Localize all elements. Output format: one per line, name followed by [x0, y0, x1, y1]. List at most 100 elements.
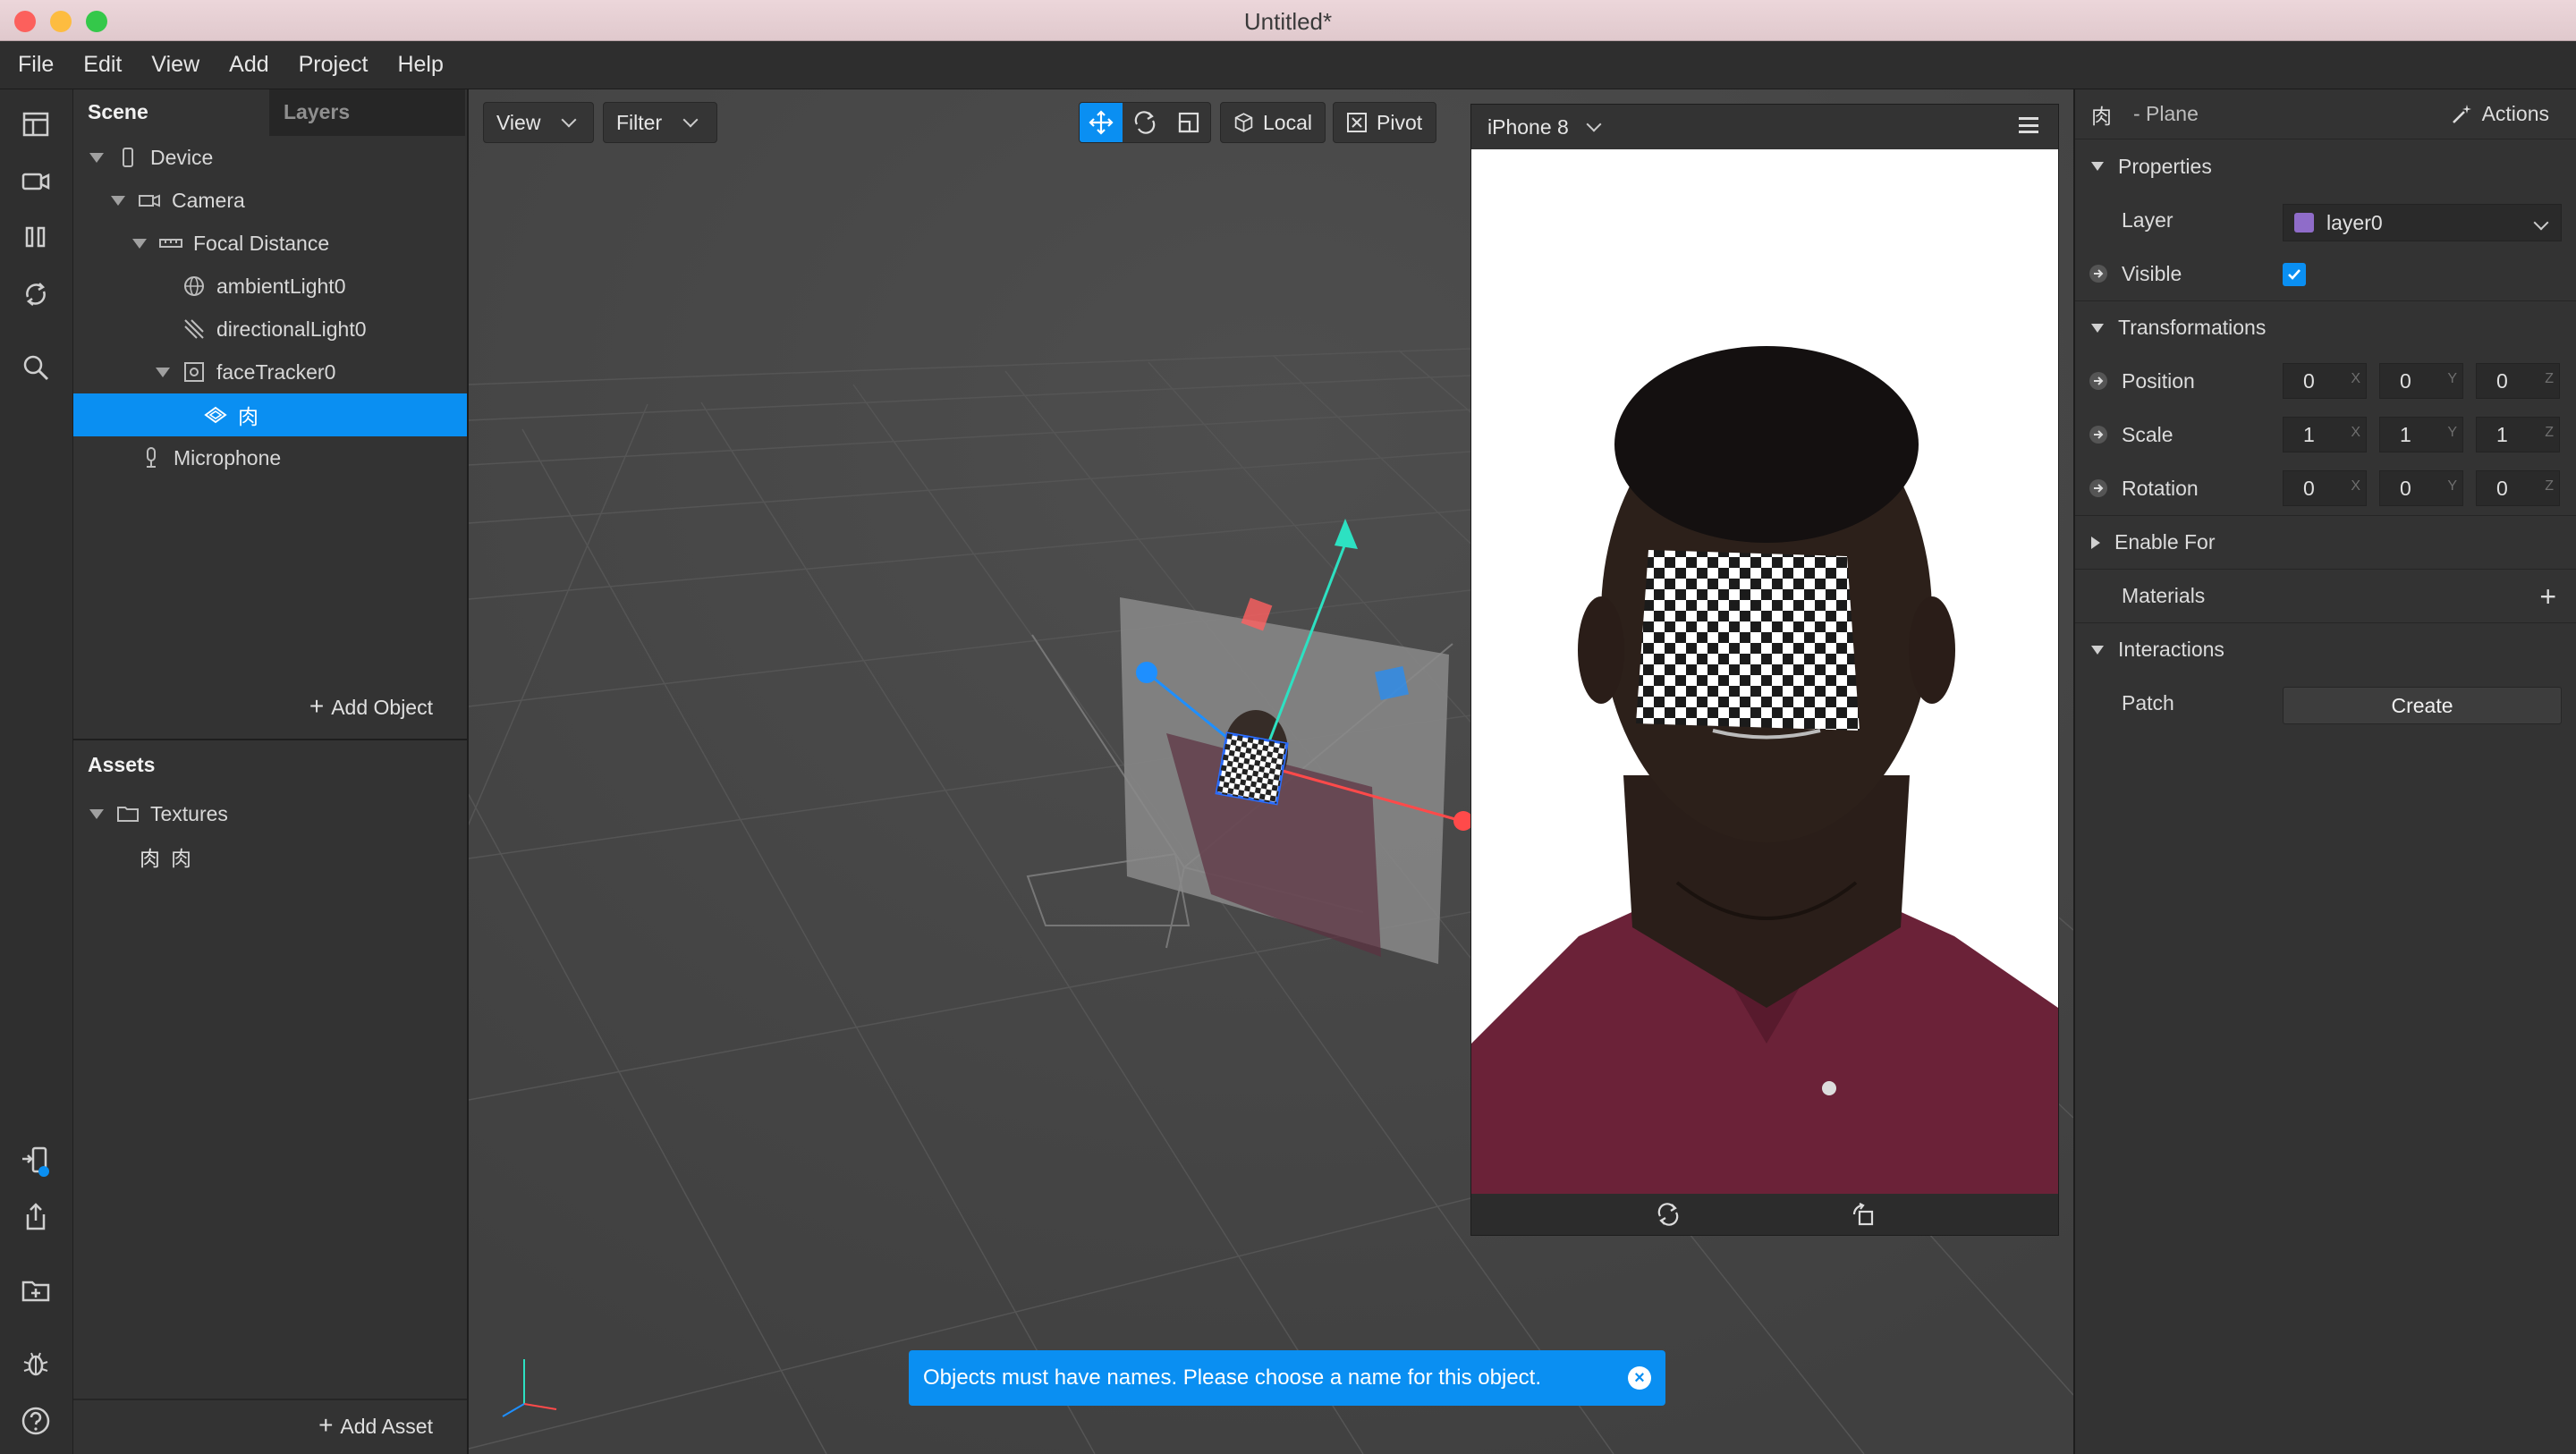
- chevron-down-icon[interactable]: [1586, 116, 1602, 132]
- expand-triangle-icon[interactable]: [132, 238, 147, 249]
- scale-tool-button[interactable]: [1167, 103, 1210, 142]
- connect-arrow-icon[interactable]: [2089, 265, 2107, 283]
- expand-triangle-icon: [2091, 536, 2100, 549]
- scale-y-field[interactable]: 1Y: [2379, 417, 2463, 452]
- tab-layers[interactable]: Layers: [269, 89, 465, 136]
- actions-label: Actions: [2481, 102, 2549, 125]
- filter-dropdown-label: Filter: [616, 110, 663, 134]
- axis-label: Z: [2545, 478, 2554, 494]
- add-material-button[interactable]: +: [2539, 580, 2556, 613]
- layer-select[interactable]: layer0: [2283, 204, 2562, 241]
- tree-item-camera[interactable]: Camera: [73, 179, 467, 222]
- preview-header: iPhone 8: [1471, 105, 2058, 149]
- menu-edit[interactable]: Edit: [83, 52, 122, 78]
- expand-triangle-icon[interactable]: [111, 195, 125, 206]
- flip-camera-icon[interactable]: [1656, 1202, 1681, 1227]
- position-z-field[interactable]: 0Z: [2476, 363, 2560, 399]
- tree-item-focal-distance[interactable]: Focal Distance: [73, 222, 467, 265]
- local-toggle[interactable]: Local: [1220, 102, 1326, 143]
- section-label: Properties: [2118, 154, 2212, 178]
- collapse-triangle-icon: [2091, 162, 2104, 171]
- menu-help[interactable]: Help: [397, 52, 443, 78]
- window-title: Untitled*: [1243, 8, 1333, 35]
- properties-section-header[interactable]: Properties: [2075, 139, 2576, 193]
- view-dropdown[interactable]: View: [483, 102, 594, 143]
- refresh-icon[interactable]: [15, 274, 56, 315]
- position-y-field[interactable]: 0Y: [2379, 363, 2463, 399]
- rotate-tool-button[interactable]: [1123, 103, 1167, 142]
- asset-item-texture[interactable]: 肉 肉: [73, 835, 467, 878]
- axis-label: X: [2351, 478, 2360, 494]
- actions-button[interactable]: Actions: [2450, 102, 2549, 126]
- video-icon[interactable]: [15, 161, 56, 202]
- rotation-z-field[interactable]: 0Z: [2476, 470, 2560, 506]
- rotation-y-field[interactable]: 0Y: [2379, 470, 2463, 506]
- transformations-section-header[interactable]: Transformations: [2075, 300, 2576, 354]
- menu-add[interactable]: Add: [229, 52, 268, 78]
- bug-icon[interactable]: [15, 1343, 56, 1384]
- pause-icon[interactable]: [15, 216, 56, 258]
- preview-footer: [1471, 1194, 2058, 1235]
- tree-item-face-tracker[interactable]: faceTracker0: [73, 351, 467, 393]
- menu-view[interactable]: View: [151, 52, 199, 78]
- tree-item-plane[interactable]: 肉: [73, 393, 467, 436]
- expand-triangle-icon[interactable]: [89, 152, 104, 163]
- tree-item-directional-light[interactable]: directionalLight0: [73, 308, 467, 351]
- tree-item-device[interactable]: Device: [73, 136, 467, 179]
- asset-item-textures[interactable]: Textures: [73, 792, 467, 835]
- patch-label: Patch: [2122, 690, 2174, 714]
- add-asset-button[interactable]: + Add Asset: [318, 1411, 433, 1440]
- add-object-label: Add Object: [331, 696, 433, 719]
- expand-triangle-icon[interactable]: [156, 367, 170, 377]
- interactions-section-header[interactable]: Interactions: [2075, 622, 2576, 676]
- send-to-device-icon[interactable]: [15, 1141, 56, 1182]
- enable-for-section-header[interactable]: Enable For: [2075, 515, 2576, 569]
- tab-scene[interactable]: Scene: [73, 89, 269, 136]
- scale-x-field[interactable]: 1X: [2283, 417, 2367, 452]
- connect-arrow-icon[interactable]: [2089, 479, 2107, 497]
- menu-icon[interactable]: [2019, 117, 2038, 133]
- field-value: 1: [2400, 423, 2411, 446]
- ruler-icon: [159, 232, 182, 255]
- filter-dropdown[interactable]: Filter: [603, 102, 717, 143]
- tree-item-ambient-light[interactable]: ambientLight0: [73, 265, 467, 308]
- camera-icon: [138, 189, 161, 212]
- connect-arrow-icon[interactable]: [2089, 372, 2107, 390]
- close-icon[interactable]: ×: [1628, 1366, 1651, 1390]
- menu-project[interactable]: Project: [299, 52, 369, 78]
- menu-file[interactable]: File: [18, 52, 54, 78]
- tree-item-microphone[interactable]: Microphone: [73, 436, 467, 479]
- visible-checkbox[interactable]: [2283, 263, 2306, 286]
- expand-triangle-icon[interactable]: [89, 808, 104, 819]
- connect-arrow-icon[interactable]: [2089, 426, 2107, 444]
- share-icon[interactable]: [15, 1196, 56, 1238]
- field-value: 0: [2303, 477, 2315, 500]
- device-dropdown[interactable]: iPhone 8: [1487, 115, 1569, 139]
- rotation-x-field[interactable]: 0X: [2283, 470, 2367, 506]
- add-object-button[interactable]: + Add Object: [309, 692, 433, 721]
- pivot-toggle[interactable]: Pivot: [1333, 102, 1436, 143]
- layout-icon[interactable]: [15, 104, 56, 145]
- position-label: Position: [2122, 368, 2195, 393]
- visible-row: Visible: [2075, 247, 2576, 300]
- texture-thumbnail-icon: 肉: [140, 847, 160, 870]
- chevron-down-icon: [682, 112, 699, 128]
- create-patch-button[interactable]: Create: [2283, 687, 2562, 724]
- scale-icon: [1178, 112, 1199, 133]
- add-folder-icon[interactable]: [15, 1270, 56, 1311]
- layer-value: layer0: [2326, 210, 2383, 234]
- search-icon[interactable]: [15, 347, 56, 388]
- collapse-triangle-icon: [2091, 323, 2104, 333]
- position-row: Position 0X 0Y 0Z: [2075, 354, 2576, 408]
- directional-light-icon: [182, 317, 206, 341]
- tree-item-label: faceTracker0: [216, 359, 336, 384]
- position-x-field[interactable]: 0X: [2283, 363, 2367, 399]
- checkmark-icon: [2288, 269, 2301, 280]
- help-icon[interactable]: [15, 1400, 56, 1441]
- scene-tabs: Scene Layers: [73, 89, 467, 136]
- rotate-device-icon[interactable]: [1851, 1202, 1876, 1227]
- scale-z-field[interactable]: 1Z: [2476, 417, 2560, 452]
- move-tool-button[interactable]: [1080, 103, 1123, 142]
- object-glyph: 肉: [2091, 104, 2112, 128]
- field-value: 0: [2400, 369, 2411, 393]
